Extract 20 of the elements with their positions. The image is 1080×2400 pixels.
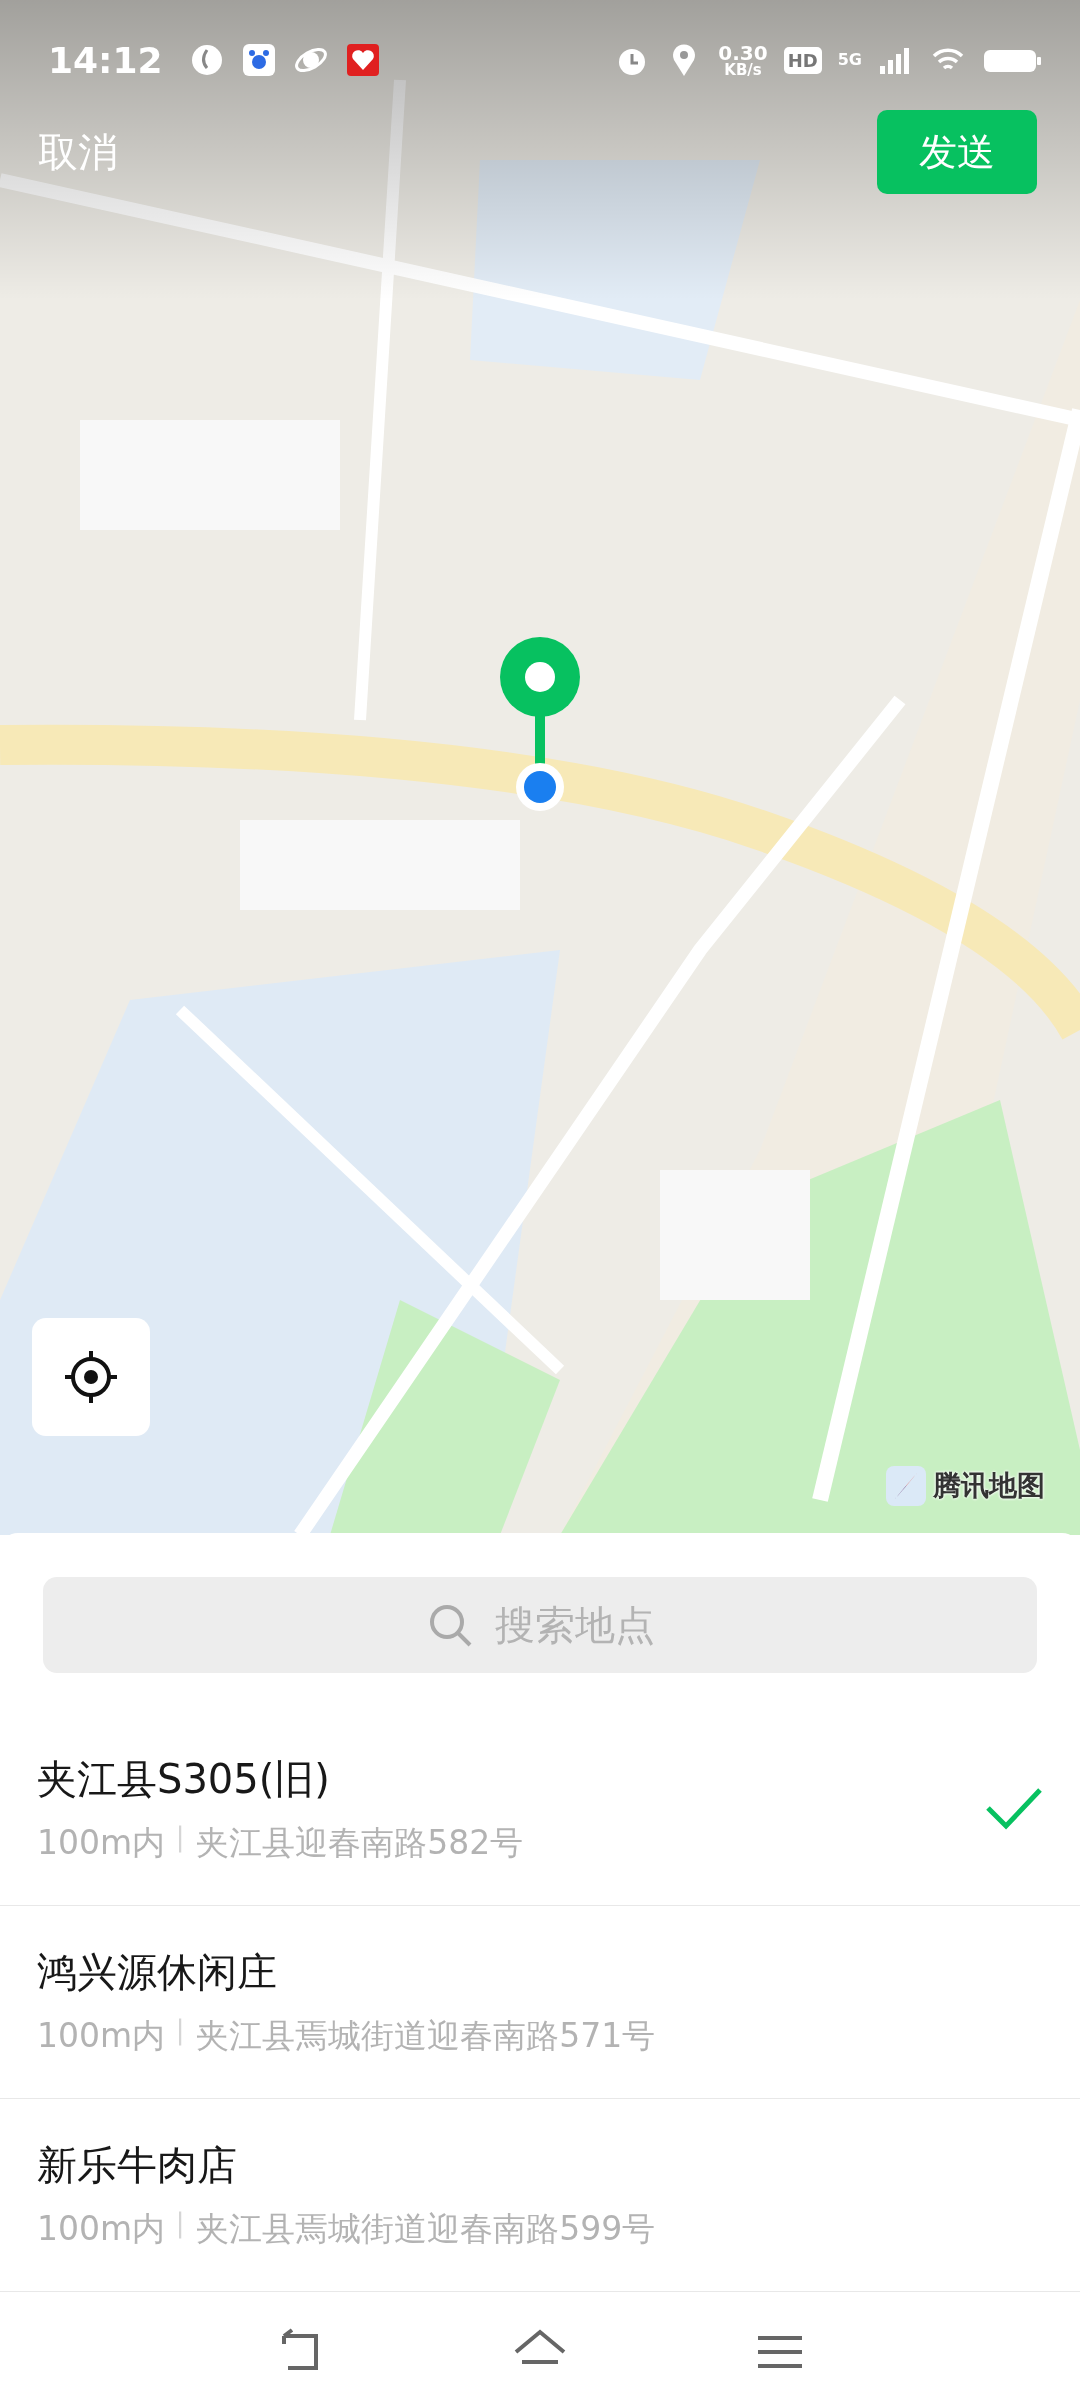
place-name: 新乐牛肉店 [37, 2141, 238, 2190]
place-address: 夹江县迎春南路582号 [196, 1822, 524, 1864]
speed-unit: KB/s [724, 62, 762, 78]
map-attribution: 腾讯地图 [933, 1468, 1045, 1504]
clock-time: 14:12 [48, 39, 163, 81]
place-distance: 100m内 [37, 2015, 166, 2057]
place-name: 夹江县S305(旧) [37, 1755, 331, 1804]
place-distance: 100m内 [37, 2208, 166, 2250]
place-address: 夹江县焉城街道迎春南路571号 [196, 2015, 656, 2057]
place-address: 夹江县焉城街道迎春南路599号 [196, 2208, 656, 2250]
network-speed: 0.30 [718, 42, 768, 63]
search-placeholder: 搜索地点 [495, 1600, 655, 1650]
paw-icon [240, 42, 277, 78]
network-type: 5G [837, 52, 862, 68]
place-item[interactable]: 夹江县S305(旧) 100m内 夹江县迎春南路582号 [0, 1713, 1080, 1906]
locate-button[interactable] [32, 1318, 150, 1436]
place-item[interactable]: 新乐牛肉店 100m内 夹江县焉城街道迎春南路599号 [0, 2099, 1080, 2292]
place-distance: 100m内 [37, 1822, 166, 1864]
place-item[interactable]: 鸿兴源休闲庄 100m内 夹江县焉城街道迎春南路571号 [0, 1906, 1080, 2099]
place-name: 鸿兴源休闲庄 [37, 1948, 278, 1997]
